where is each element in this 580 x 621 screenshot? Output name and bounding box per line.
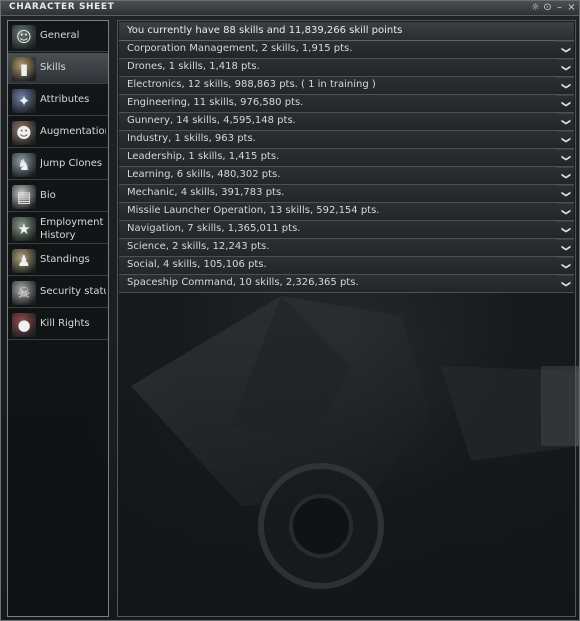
chevron-down-icon[interactable]: ❯ — [556, 238, 574, 257]
sidebar-item-label: Augmentations — [40, 126, 106, 137]
sidebar-item-skills[interactable]: ▮ Skills — [8, 53, 108, 84]
skill-group-row[interactable]: Drones, 1 skills, 1,418 pts. ❯ — [119, 58, 574, 77]
sidebar-item-attributes[interactable]: ✦ Attributes — [8, 85, 108, 116]
chevron-down-icon[interactable]: ❯ — [556, 40, 574, 59]
chevron-down-icon[interactable]: ❯ — [556, 58, 574, 77]
sidebar-item-bio[interactable]: ▤ Bio — [8, 181, 108, 212]
skill-group-label: Missile Launcher Operation, 13 skills, 5… — [127, 205, 380, 216]
sidebar-item-label: Jump Clones — [40, 158, 103, 169]
sidebar-item-label: Security status — [40, 286, 106, 297]
info-icon[interactable]: ⊙ — [542, 2, 553, 13]
skill-group-label: Learning, 6 skills, 480,302 pts. — [127, 169, 281, 180]
sidebar-item-kill-rights[interactable]: ● Kill Rights — [8, 309, 108, 340]
chevron-down-icon[interactable]: ❯ — [556, 274, 574, 293]
close-button[interactable]: × — [566, 2, 577, 13]
skills-panel: You currently have 88 skills and 11,839,… — [117, 20, 576, 617]
chevron-down-icon[interactable]: ❯ — [556, 94, 574, 113]
skill-group-label: Industry, 1 skills, 963 pts. — [127, 133, 256, 144]
skill-group-label: Spaceship Command, 10 skills, 2,326,365 … — [127, 277, 359, 288]
skill-group-label: Gunnery, 14 skills, 4,595,148 pts. — [127, 115, 296, 126]
skill-group-row[interactable]: Leadership, 1 skills, 1,415 pts. ❯ — [119, 148, 574, 167]
skill-group-row[interactable]: Learning, 6 skills, 480,302 pts. ❯ — [119, 166, 574, 185]
skill-group-row[interactable]: Spaceship Command, 10 skills, 2,326,365 … — [119, 274, 574, 293]
skills-summary-bar: You currently have 88 skills and 11,839,… — [119, 22, 574, 41]
skills-summary: You currently have 88 skills and 11,839,… — [127, 25, 403, 36]
chevron-down-icon[interactable]: ❯ — [556, 202, 574, 221]
character-sheet-window: CHARACTER SHEET ☼ ⊙ – × ☺ General ▮ Skills ✦… — [0, 0, 580, 621]
sidebar-item-standings[interactable]: ♟ Standings — [8, 245, 108, 276]
skill-group-label: Drones, 1 skills, 1,418 pts. — [127, 61, 260, 72]
skill-group-label: Leadership, 1 skills, 1,415 pts. — [127, 151, 280, 162]
title-bar[interactable]: CHARACTER SHEET ☼ ⊙ – × — [1, 1, 579, 16]
chevron-down-icon[interactable]: ❯ — [556, 130, 574, 149]
sidebar-item-label: Bio — [40, 190, 56, 201]
skill-group-row[interactable]: Navigation, 7 skills, 1,365,011 pts. ❯ — [119, 220, 574, 239]
sidebar-item-label: Skills — [40, 62, 66, 73]
sidebar-item-label: Standings — [40, 254, 90, 265]
sidebar-item-security-status[interactable]: ☠ Security status — [8, 277, 108, 308]
augmentations-icon: ☻ — [12, 121, 36, 145]
skill-group-label: Electronics, 12 skills, 988,863 pts. ( 1… — [127, 79, 376, 90]
skill-group-row[interactable]: Missile Launcher Operation, 13 skills, 5… — [119, 202, 574, 221]
config-icon[interactable]: ☼ — [530, 2, 541, 13]
skill-group-label: Science, 2 skills, 12,243 pts. — [127, 241, 270, 252]
attributes-icon: ✦ — [12, 89, 36, 113]
skill-group-label: Social, 4 skills, 105,106 pts. — [127, 259, 267, 270]
skill-group-label: Corporation Management, 2 skills, 1,915 … — [127, 43, 353, 54]
skill-group-label: Navigation, 7 skills, 1,365,011 pts. — [127, 223, 301, 234]
skill-group-row[interactable]: Mechanic, 4 skills, 391,783 pts. ❯ — [119, 184, 574, 203]
sidebar-item-augmentations[interactable]: ☻ Augmentations — [8, 117, 108, 148]
security-status-icon: ☠ — [12, 281, 36, 305]
chevron-down-icon[interactable]: ❯ — [556, 166, 574, 185]
minimize-button[interactable]: – — [554, 2, 565, 13]
skill-group-row[interactable]: Engineering, 11 skills, 976,580 pts. ❯ — [119, 94, 574, 113]
sidebar: ☺ General ▮ Skills ✦ Attributes ☻ Augmentations… — [7, 20, 109, 617]
skill-group-row[interactable]: Social, 4 skills, 105,106 pts. ❯ — [119, 256, 574, 275]
skill-group-row[interactable]: Industry, 1 skills, 963 pts. ❯ — [119, 130, 574, 149]
skill-group-row[interactable]: Science, 2 skills, 12,243 pts. ❯ — [119, 238, 574, 257]
chevron-down-icon[interactable]: ❯ — [556, 220, 574, 239]
skill-group-label: Engineering, 11 skills, 976,580 pts. — [127, 97, 304, 108]
employment-history-icon: ★ — [12, 217, 36, 241]
bio-icon: ▤ — [12, 185, 36, 209]
sidebar-item-employment-history[interactable]: ★ Employment History — [8, 213, 108, 244]
sidebar-item-label: General — [40, 30, 80, 41]
sidebar-item-jump-clones[interactable]: ♞ Jump Clones — [8, 149, 108, 180]
chevron-down-icon[interactable]: ❯ — [556, 76, 574, 95]
chevron-down-icon[interactable]: ❯ — [556, 256, 574, 275]
sidebar-item-general[interactable]: ☺ General — [8, 21, 108, 52]
skillbook-icon: ▮ — [12, 57, 36, 81]
skill-group-row[interactable]: Electronics, 12 skills, 988,863 pts. ( 1… — [119, 76, 574, 95]
chevron-down-icon[interactable]: ❯ — [556, 112, 574, 131]
window-title: CHARACTER SHEET — [9, 2, 115, 12]
skill-group-label: Mechanic, 4 skills, 391,783 pts. — [127, 187, 285, 198]
standings-icon: ♟ — [12, 249, 36, 273]
chevron-down-icon[interactable]: ❯ — [556, 148, 574, 167]
skill-group-row[interactable]: Corporation Management, 2 skills, 1,915 … — [119, 40, 574, 59]
skill-group-row[interactable]: Gunnery, 14 skills, 4,595,148 pts. ❯ — [119, 112, 574, 131]
portrait-icon: ☺ — [12, 25, 36, 49]
sidebar-item-label: Attributes — [40, 94, 90, 105]
jump-clones-icon: ♞ — [12, 153, 36, 177]
sidebar-item-label: Employment History — [40, 217, 104, 241]
chevron-down-icon[interactable]: ❯ — [556, 184, 574, 203]
sidebar-item-label: Kill Rights — [40, 318, 90, 329]
kill-rights-icon: ● — [12, 313, 36, 337]
